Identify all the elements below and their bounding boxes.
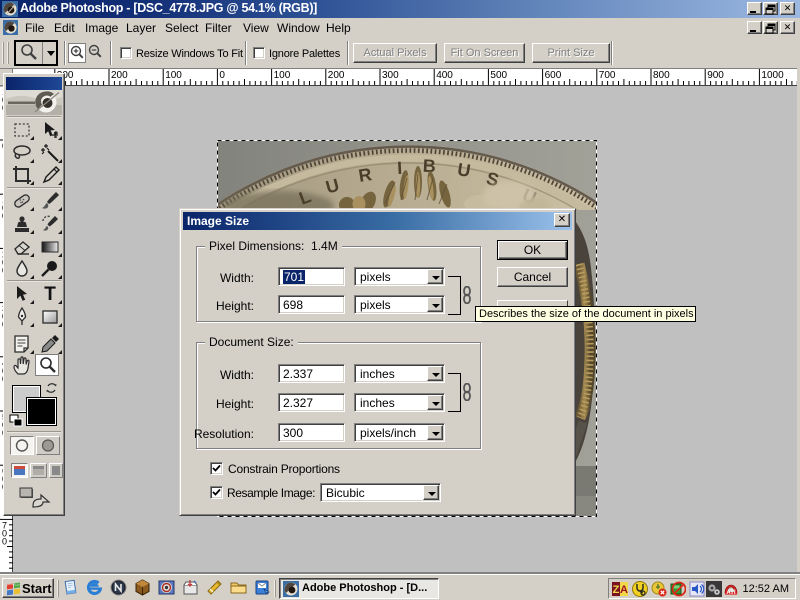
svg-text:100: 100	[165, 70, 182, 81]
svg-text:200: 200	[328, 70, 345, 81]
svg-text:500: 500	[490, 70, 507, 81]
svg-text:400: 400	[436, 70, 453, 81]
svg-text:T: T	[44, 284, 56, 305]
svg-text:0: 0	[2, 536, 7, 546]
svg-text:Z: Z	[613, 584, 620, 596]
svg-text:0: 0	[219, 70, 225, 81]
svg-text:600: 600	[545, 70, 562, 81]
svg-text:100: 100	[274, 70, 291, 81]
svg-text:900: 900	[707, 70, 724, 81]
svg-text:I: I	[397, 158, 403, 178]
svg-text:300: 300	[382, 70, 399, 81]
svg-text:200: 200	[111, 70, 128, 81]
svg-text:ATI: ATI	[726, 590, 736, 596]
svg-text:1000: 1000	[761, 70, 784, 81]
svg-text:700: 700	[599, 70, 616, 81]
svg-text:A: A	[620, 584, 628, 596]
svg-text:800: 800	[653, 70, 670, 81]
